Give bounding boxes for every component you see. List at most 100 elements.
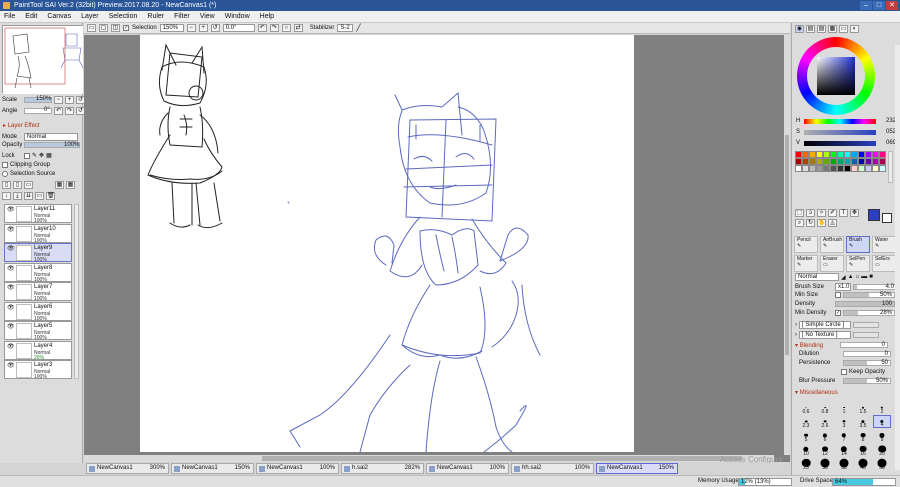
brush-size-preset[interactable]: 3.5 xyxy=(854,415,872,429)
shape-flat-icon[interactable]: ▬ xyxy=(861,274,867,280)
miscellaneous-header[interactable]: ▾ Miscellaneous xyxy=(795,389,838,396)
color-swatch[interactable] xyxy=(844,158,851,165)
rotate-left-button[interactable]: ↶ xyxy=(257,24,267,32)
color-swatch[interactable] xyxy=(879,158,886,165)
brush-tool-selpen[interactable]: SelPen ✎ xyxy=(846,255,870,272)
new-layer-button[interactable]: ▯ xyxy=(2,181,11,189)
shape-round-hard-icon[interactable]: ◢ xyxy=(841,274,846,281)
hue-slider[interactable] xyxy=(804,118,876,124)
value-slider[interactable] xyxy=(804,140,876,146)
brush-tool-marker[interactable]: Marker ✎ xyxy=(794,255,818,272)
layer-item[interactable]: 👁 Layer7 Normal 100% xyxy=(4,282,72,302)
menu-edit[interactable]: Edit xyxy=(25,13,37,20)
color-swatch[interactable] xyxy=(795,165,802,172)
minimize-button[interactable]: – xyxy=(860,1,872,10)
maximize-button[interactable]: □ xyxy=(873,1,885,10)
hsv-slider-tab[interactable]: ▤ xyxy=(817,25,826,33)
color-swatch[interactable] xyxy=(809,151,816,158)
hand-icon[interactable]: ✋ xyxy=(817,219,826,227)
lasso-icon[interactable]: ↄ xyxy=(806,209,815,217)
shape-round-soft-icon[interactable]: ▲ xyxy=(848,274,854,280)
delete-layer-icon[interactable]: 🗑 xyxy=(46,192,55,200)
stabilizer-select[interactable]: S-2 xyxy=(337,24,354,32)
flip-button[interactable]: ⇄ xyxy=(293,24,303,32)
magic-wand-icon[interactable]: ✧ xyxy=(817,209,826,217)
brush-size-preset[interactable]: 0.8 xyxy=(816,401,834,415)
current-color-swatch[interactable] xyxy=(868,209,880,221)
eyedropper-icon[interactable]: ✐ xyxy=(828,209,837,217)
menu-window[interactable]: Window xyxy=(225,13,250,20)
scale-up-button[interactable]: + xyxy=(65,96,74,104)
color-swatch[interactable] xyxy=(802,165,809,172)
layer-mask-button[interactable]: ▦ xyxy=(55,181,64,189)
new-vector-layer-button[interactable]: ▯ xyxy=(13,181,22,189)
brush-size-preset[interactable]: 16 xyxy=(854,443,872,457)
min-density-slider[interactable]: 28% xyxy=(843,310,895,316)
layer-item[interactable]: 👁 Layer4 Normal 26% xyxy=(4,340,72,361)
rgb-slider-tab[interactable]: ▤ xyxy=(806,25,815,33)
menu-selection[interactable]: Selection xyxy=(109,13,138,20)
brush-tool-brush[interactable]: Brush ✎ xyxy=(846,236,870,253)
keep-opacity-checkbox[interactable] xyxy=(841,369,847,375)
color-swatch[interactable] xyxy=(872,151,879,158)
brush-size-preset[interactable]: 0.6 xyxy=(797,401,815,415)
toolbar-button[interactable]: ◫ xyxy=(111,24,120,32)
zoom-select[interactable]: 150% xyxy=(159,24,184,32)
merge-down-button[interactable]: ⤓ xyxy=(13,192,22,200)
swatch-tab[interactable]: ▦ xyxy=(828,25,837,33)
brush-size-preset[interactable]: 10 xyxy=(797,443,815,457)
color-swatch[interactable] xyxy=(830,165,837,172)
brush-size-preset[interactable]: 14 xyxy=(835,443,853,457)
brush-tool-selers[interactable]: SelErs ▭ xyxy=(872,255,896,272)
merge-all-button[interactable]: ⇊ xyxy=(24,192,33,200)
doc-tab[interactable]: hh.sai2 100% xyxy=(511,463,594,474)
layer-item-selected[interactable]: 👁 Layer9 Normal 100% xyxy=(4,243,72,263)
rotate-reset-button[interactable]: ○ xyxy=(281,24,291,32)
visibility-eye-icon[interactable]: 👁 xyxy=(7,246,15,252)
brush-size-preset[interactable]: 40 xyxy=(854,457,872,471)
horizontal-scrollbar[interactable] xyxy=(84,455,774,462)
brush-size-preset[interactable]: 35 xyxy=(835,457,853,471)
shape-dome-icon[interactable]: ⌂ xyxy=(856,274,860,280)
clear-layer-button[interactable]: ▭ xyxy=(35,192,44,200)
brush-size-preset[interactable]: 4 xyxy=(873,415,891,428)
move-icon[interactable]: ✥ xyxy=(850,209,859,217)
lock-paint-icon[interactable]: ✎ xyxy=(32,152,37,159)
layer-item[interactable]: 👁 Layer3 Normal 100% xyxy=(4,360,72,380)
color-swatch[interactable] xyxy=(872,165,879,172)
color-swatch[interactable] xyxy=(823,151,830,158)
close-button[interactable]: ✕ xyxy=(886,1,898,10)
menu-layer[interactable]: Layer xyxy=(81,13,99,20)
brush-tool-water[interactable]: Water ✎ xyxy=(872,236,896,253)
lock-checkbox[interactable] xyxy=(24,152,30,159)
rotate-right-button[interactable]: ↷ xyxy=(269,24,279,32)
brush-size-preset[interactable]: 2.6 xyxy=(816,415,834,429)
color-swatch[interactable] xyxy=(865,151,872,158)
saturation-slider[interactable] xyxy=(804,129,876,135)
brush-size-preset[interactable]: 50 xyxy=(873,457,891,471)
color-swatch[interactable] xyxy=(879,151,886,158)
zoom-out-button[interactable]: − xyxy=(186,24,196,32)
color-swatch[interactable] xyxy=(802,151,809,158)
toolbar-button[interactable]: ▭ xyxy=(87,24,96,32)
brush-size-preset[interactable]: 2 xyxy=(873,401,891,415)
visibility-eye-icon[interactable]: 👁 xyxy=(7,344,15,350)
visibility-eye-icon[interactable]: 👁 xyxy=(7,285,15,291)
dilution-slider[interactable]: 0 xyxy=(843,351,891,357)
menu-filter[interactable]: Filter xyxy=(174,13,190,20)
angle-select[interactable]: 0.0° xyxy=(222,24,255,32)
color-swatch[interactable] xyxy=(865,165,872,172)
color-swatch[interactable] xyxy=(858,165,865,172)
color-swatch[interactable] xyxy=(809,158,816,165)
color-swatch[interactable] xyxy=(795,151,802,158)
visibility-eye-icon[interactable]: 👁 xyxy=(7,227,15,233)
brush-size-preset[interactable]: 20 xyxy=(873,443,891,457)
density-slider[interactable]: 100 xyxy=(835,301,895,307)
text-icon[interactable]: T xyxy=(839,209,848,217)
brush-size-preset[interactable]: 1 xyxy=(835,401,853,415)
transfer-down-button[interactable]: ↓ xyxy=(2,192,11,200)
selection-source-checkbox[interactable] xyxy=(2,171,8,177)
zoom-in-button[interactable]: + xyxy=(198,24,208,32)
doc-tab[interactable]: NewCanvas1 150% xyxy=(171,463,254,474)
saturation-value-square[interactable] xyxy=(817,57,855,95)
